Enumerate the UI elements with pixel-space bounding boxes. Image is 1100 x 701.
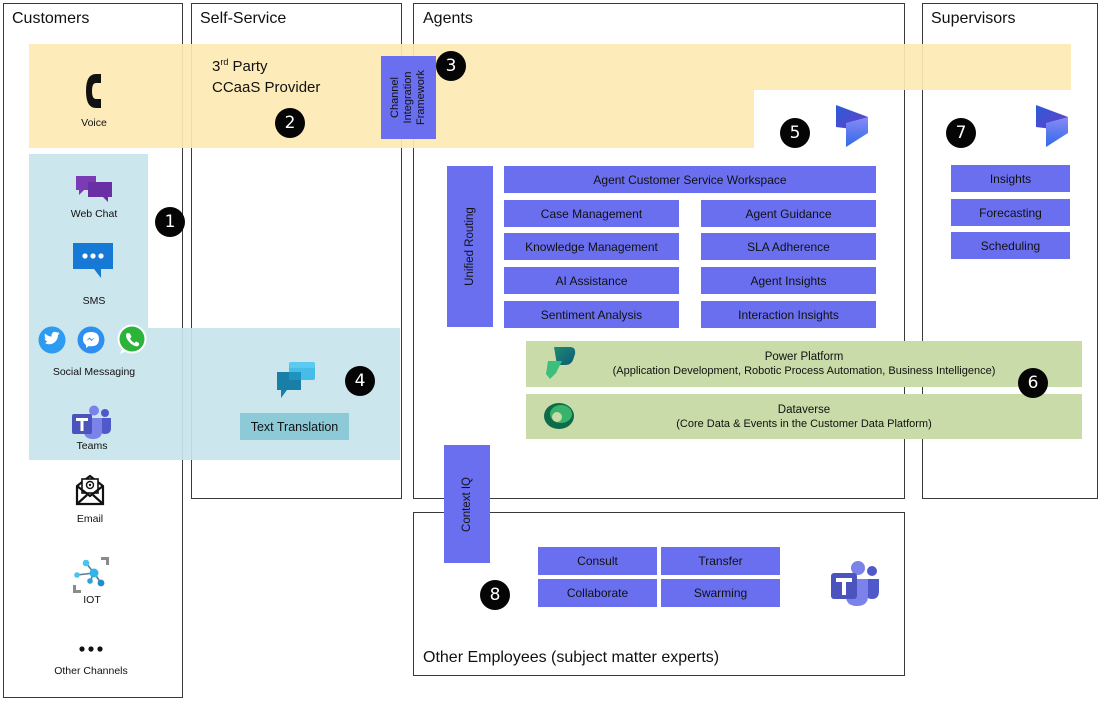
voice-label: Voice bbox=[81, 117, 107, 129]
feature-ai-assistance: AI Assistance bbox=[504, 267, 679, 294]
more-dots-icon bbox=[79, 646, 103, 652]
dataverse-subtitle: (Core Data & Events in the Customer Data… bbox=[676, 417, 932, 430]
agent-workspace-block: Agent Customer Service Workspace bbox=[504, 166, 876, 193]
iot-label: IOT bbox=[83, 594, 101, 606]
collab-consult: Consult bbox=[538, 547, 657, 575]
email-label: Email bbox=[76, 513, 104, 525]
ccaas-line2: CCaaS Provider bbox=[212, 79, 321, 96]
dataverse-title: Dataverse bbox=[777, 403, 831, 416]
dynamics365-logo-icon bbox=[836, 105, 868, 147]
unified-routing-label: Unified Routing bbox=[463, 207, 476, 286]
translation-chat-icon bbox=[277, 362, 315, 398]
agents-title: Agents bbox=[423, 10, 473, 27]
collab-collaborate: Collaborate bbox=[538, 579, 657, 607]
feature-knowledge-management: Knowledge Management bbox=[504, 233, 679, 260]
badge-1: 1 bbox=[155, 207, 185, 237]
supervisors-title: Supervisors bbox=[931, 10, 1016, 27]
iot-icon bbox=[73, 557, 109, 593]
web-chat-icon bbox=[76, 176, 112, 202]
collab-transfer: Transfer bbox=[661, 547, 780, 575]
phone-icon bbox=[86, 74, 101, 108]
dataverse-logo-icon bbox=[544, 403, 574, 429]
email-icon bbox=[75, 474, 105, 506]
sms-label: SMS bbox=[82, 295, 106, 307]
customers-title: Customers bbox=[12, 10, 90, 27]
whatsapp-icon bbox=[117, 324, 147, 354]
badge-7: 7 bbox=[946, 118, 976, 148]
supervisor-insights: Insights bbox=[951, 165, 1070, 192]
ccaas-line1-suffix: Party bbox=[228, 58, 268, 75]
badge-3: 3 bbox=[436, 51, 466, 81]
cif-line2: Integration bbox=[402, 71, 415, 124]
badge-4: 4 bbox=[345, 366, 375, 396]
supervisor-scheduling: Scheduling bbox=[951, 232, 1070, 259]
teams-icon bbox=[72, 405, 111, 439]
other-employees-title: Other Employees (subject matter experts) bbox=[423, 649, 720, 666]
teams-label: Teams bbox=[76, 440, 108, 452]
self-service-title: Self-Service bbox=[200, 10, 287, 27]
power-platform-title: Power Platform bbox=[764, 351, 844, 363]
feature-sentiment-analysis: Sentiment Analysis bbox=[504, 301, 679, 328]
power-platform-logo-icon bbox=[546, 347, 576, 379]
social-messaging-label: Social Messaging bbox=[52, 366, 136, 378]
web-chat-label: Web Chat bbox=[70, 208, 118, 220]
feature-agent-insights: Agent Insights bbox=[701, 267, 876, 294]
badge-8: 8 bbox=[480, 580, 510, 610]
cif-line3: Framework bbox=[415, 69, 428, 126]
badge-5: 5 bbox=[780, 118, 810, 148]
sms-icon bbox=[73, 243, 113, 278]
cif-line1: Channel bbox=[389, 77, 402, 118]
voice-band bbox=[29, 44, 1071, 90]
channel-integration-framework: Channel Integration Framework bbox=[381, 56, 436, 139]
teams-logo-icon bbox=[831, 561, 879, 606]
context-iq-block: Context IQ bbox=[444, 445, 490, 563]
dataverse-block: Dataverse (Core Data & Events in the Cus… bbox=[526, 394, 1082, 439]
feature-sla-adherence: SLA Adherence bbox=[701, 233, 876, 260]
other-channels-label: Other Channels bbox=[54, 665, 128, 677]
ccaas-provider-label: 3rd Party CCaaS Provider bbox=[212, 56, 320, 98]
twitter-icon bbox=[38, 326, 66, 354]
text-translation-box: Text Translation bbox=[240, 413, 349, 440]
feature-agent-guidance: Agent Guidance bbox=[701, 200, 876, 227]
badge-2: 2 bbox=[275, 108, 305, 138]
messenger-icon bbox=[77, 326, 105, 354]
feature-interaction-insights: Interaction Insights bbox=[701, 301, 876, 328]
supervisor-forecasting: Forecasting bbox=[951, 199, 1070, 226]
collab-swarming: Swarming bbox=[661, 579, 780, 607]
dynamics365-logo-icon-supervisors bbox=[1036, 105, 1068, 147]
unified-routing-block: Unified Routing bbox=[447, 166, 493, 327]
power-platform-block: Power Platform (Application Development,… bbox=[526, 341, 1082, 387]
context-iq-label: Context IQ bbox=[460, 476, 473, 532]
badge-6: 6 bbox=[1018, 368, 1048, 398]
feature-case-management: Case Management bbox=[504, 200, 679, 227]
power-platform-subtitle: (Application Development, Robotic Proces… bbox=[612, 365, 996, 377]
